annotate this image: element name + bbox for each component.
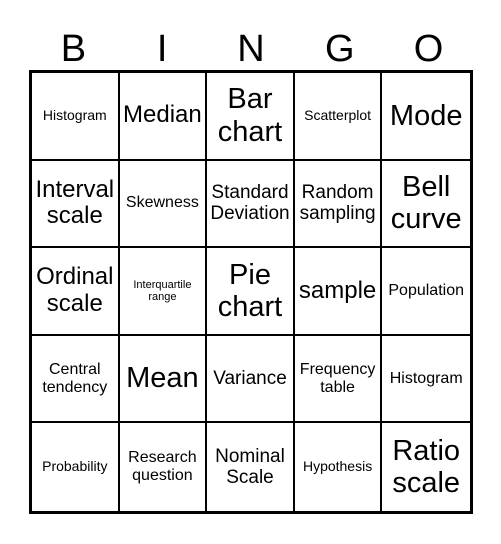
bingo-cell[interactable]: Population <box>382 248 470 336</box>
bingo-header: B I N G O <box>29 18 473 68</box>
bingo-cell[interactable]: Skewness <box>119 160 208 249</box>
header-letter-o: O <box>413 28 444 70</box>
bingo-cell[interactable]: Ordinal scale <box>32 248 120 336</box>
bingo-cell[interactable]: Scatterplot <box>294 73 383 161</box>
bingo-cell[interactable]: Bell curve <box>382 161 470 249</box>
bingo-card: B I N G O Histogram Median Bar chart Sca… <box>0 0 501 544</box>
bingo-cell[interactable]: Variance <box>207 335 295 424</box>
bingo-cell[interactable]: Histogram <box>32 73 120 161</box>
bingo-cell[interactable]: Interval scale <box>32 160 120 249</box>
header-letter-g: G <box>325 28 355 70</box>
bingo-cell[interactable]: Probability <box>32 423 120 511</box>
bingo-cell[interactable]: Standard Deviation <box>207 160 295 249</box>
bingo-cell[interactable]: Nominal Scale <box>207 423 295 511</box>
bingo-cell[interactable]: Central tendency <box>32 335 120 424</box>
bingo-cell[interactable]: Research question <box>120 423 208 511</box>
bingo-cell[interactable]: Random sampling <box>294 160 383 249</box>
bingo-cell[interactable]: sample <box>294 248 383 336</box>
bingo-cell[interactable]: Mean <box>119 335 208 424</box>
bingo-grid: Histogram Median Bar chart Scatterplot M… <box>29 70 473 514</box>
bingo-cell[interactable]: Hypothesis <box>295 423 383 511</box>
header-letter-i: I <box>156 28 168 70</box>
bingo-cell[interactable]: Bar chart <box>207 73 295 161</box>
header-letter-b: B <box>60 28 87 70</box>
bingo-cell[interactable]: Histogram <box>382 336 470 424</box>
header-letter-n: N <box>237 28 265 70</box>
bingo-cell[interactable]: Ratio scale <box>382 423 470 511</box>
bingo-cell[interactable]: Mode <box>382 73 470 161</box>
bingo-cell[interactable]: Interquartile range <box>119 248 208 336</box>
bingo-cell[interactable]: Median <box>119 73 208 161</box>
bingo-cell[interactable]: Frequency table <box>294 335 383 424</box>
bingo-cell[interactable]: Pie chart <box>207 248 295 336</box>
